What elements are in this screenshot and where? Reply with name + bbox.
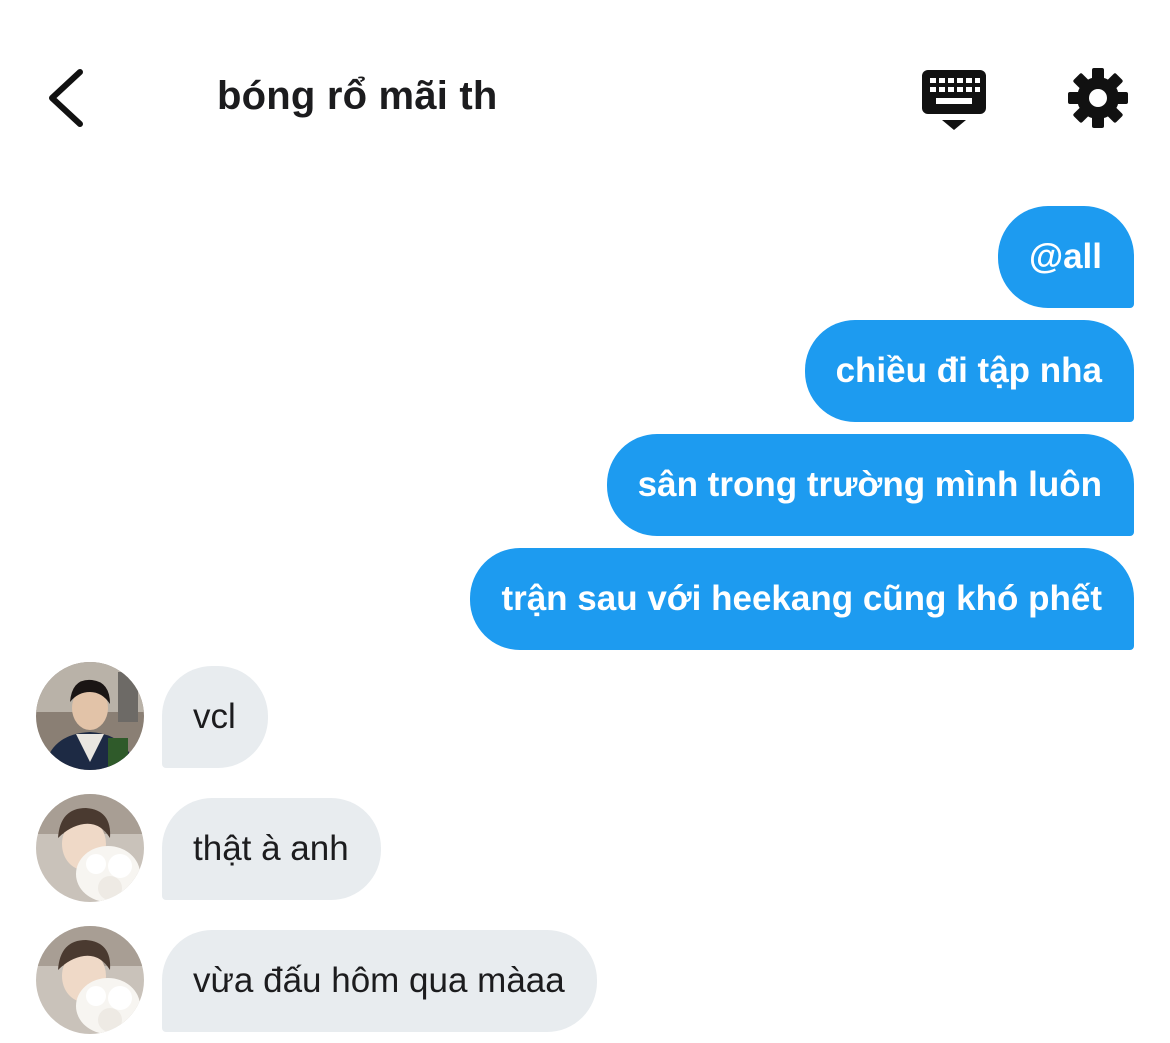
chat-screen: bóng rổ mãi th @all chiều đi tập nha sân… [0, 0, 1170, 1043]
chevron-left-icon [49, 69, 83, 127]
conversation-title: bóng rổ mãi th [217, 74, 498, 118]
avatar[interactable] [36, 926, 144, 1034]
incoming-message[interactable]: thật à anh [162, 798, 381, 900]
settings-button[interactable] [1066, 66, 1130, 130]
avatar[interactable] [36, 662, 144, 770]
incoming-message[interactable]: vừa đấu hôm qua màaa [162, 930, 597, 1032]
outgoing-message[interactable]: @all [997, 206, 1134, 308]
avatar[interactable] [36, 794, 144, 902]
back-button[interactable] [40, 62, 100, 134]
gear-icon [1068, 68, 1128, 128]
incoming-message[interactable]: vcl [162, 666, 268, 768]
outgoing-message[interactable]: sân trong trường mình luôn [606, 434, 1134, 536]
keyboard-dismiss-icon [922, 70, 986, 130]
outgoing-message[interactable]: chiều đi tập nha [804, 320, 1134, 422]
chat-header: bóng rổ mãi th [0, 0, 1170, 190]
keyboard-button[interactable] [918, 66, 990, 134]
outgoing-message[interactable]: trận sau với heekang cũng khó phết [470, 548, 1134, 650]
